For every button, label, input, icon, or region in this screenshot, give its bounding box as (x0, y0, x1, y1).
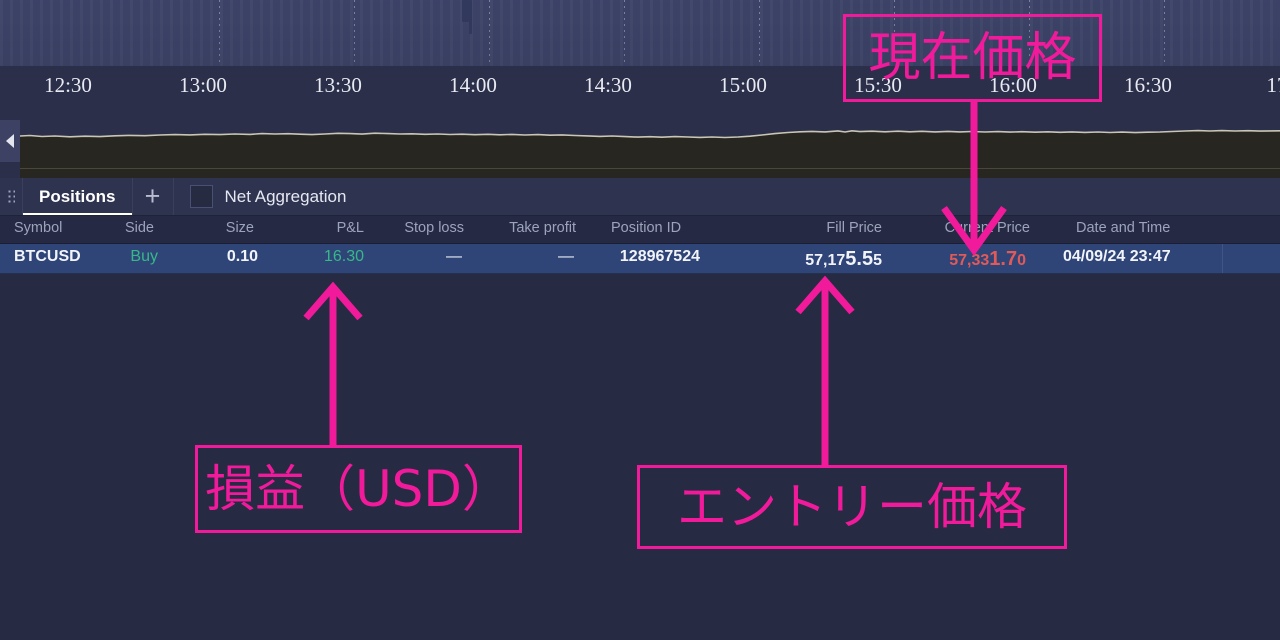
column-header-position-id[interactable]: Position ID (611, 220, 681, 236)
chart-gridline (489, 0, 490, 66)
net-aggregation-group[interactable]: Net Aggregation (174, 185, 347, 208)
cell-date-time: 04/09/24 23:47 (1063, 248, 1171, 265)
positions-panel: Positions + Net Aggregation Symbol Side … (0, 178, 1280, 640)
chevron-left-icon (6, 134, 14, 148)
overview-collapse-button[interactable] (0, 120, 20, 162)
positions-table-header: Symbol Side Size P&L Stop loss Take prof… (0, 216, 1280, 244)
column-header-size[interactable]: Size (180, 220, 254, 236)
time-axis-tick: 14:00 (449, 73, 497, 97)
panel-drag-handle[interactable] (0, 178, 23, 215)
column-header-current-price[interactable]: Current Price (900, 220, 1030, 236)
column-header-symbol[interactable]: Symbol (14, 220, 62, 236)
overview-area-chart (19, 129, 1280, 178)
cell-take-profit: — (558, 248, 574, 265)
fill-price-lead: 57,17 (805, 252, 846, 269)
current-price-mid: 1.7 (989, 248, 1018, 270)
add-tab-button[interactable]: + (133, 178, 174, 215)
annotation-current-price: 現在価格 (843, 14, 1102, 102)
annotation-entry-price: エントリー価格 (637, 465, 1067, 549)
cell-current-price: 57,331.70 (900, 248, 1026, 271)
trading-platform-screenshot: 12:30 13:00 13:30 14:00 14:30 15:00 15:3… (0, 0, 1280, 640)
cell-symbol: BTCUSD (14, 248, 81, 265)
time-axis-tick: 17 (1266, 73, 1280, 97)
cell-fill-price: 57,175.55 (756, 248, 882, 271)
column-header-fill-price[interactable]: Fill Price (760, 220, 882, 236)
time-axis-tick: 12:30 (44, 73, 92, 97)
chart-gridline (219, 0, 220, 66)
column-header-stop-loss[interactable]: Stop loss (370, 220, 464, 236)
chart-candle (462, 0, 469, 22)
column-header-pnl[interactable]: P&L (290, 220, 364, 236)
column-header-side[interactable]: Side (80, 220, 154, 236)
time-axis-tick: 13:00 (179, 73, 227, 97)
tab-positions-label: Positions (39, 186, 116, 206)
plus-icon: + (144, 181, 161, 211)
annotation-pnl: 損益（USD） (195, 445, 522, 533)
time-axis-tick: 14:30 (584, 73, 632, 97)
chart-gridline (1164, 0, 1165, 66)
annotation-pnl-text: 損益（USD） (205, 460, 512, 518)
cell-stop-loss: — (446, 248, 462, 265)
cell-side: Buy (130, 248, 158, 265)
fill-price-mid: 5.5 (845, 248, 874, 270)
tab-positions[interactable]: Positions (23, 178, 133, 215)
current-price-lead: 57,33 (949, 252, 990, 269)
time-axis-tick: 16:30 (1124, 73, 1172, 97)
positions-tab-bar: Positions + Net Aggregation (0, 178, 1280, 216)
current-price-tail: 0 (1017, 252, 1026, 269)
chart-overview-navigator[interactable] (0, 106, 1280, 178)
time-axis-tick: 13:30 (314, 73, 362, 97)
cell-pnl: 16.30 (323, 248, 364, 265)
chart-candle (469, 0, 472, 34)
cell-position-id: 128967524 (619, 248, 700, 265)
cell-size: 0.10 (226, 248, 258, 265)
fill-price-tail: 5 (873, 252, 882, 269)
drag-dots-icon (7, 189, 15, 204)
column-divider (1222, 244, 1223, 273)
net-aggregation-checkbox[interactable] (189, 185, 213, 208)
net-aggregation-label: Net Aggregation (224, 186, 347, 206)
column-header-date-time[interactable]: Date and Time (1076, 220, 1170, 236)
chart-gridline (759, 0, 760, 66)
annotation-current-price-text: 現在価格 (868, 28, 1077, 88)
table-row[interactable]: BTCUSD Buy 0.10 16.30 — — 128967524 57,1… (0, 244, 1280, 274)
chart-gridline (354, 0, 355, 66)
time-axis-tick: 15:00 (719, 73, 767, 97)
chart-gridline (624, 0, 625, 66)
column-header-take-profit[interactable]: Take profit (470, 220, 576, 236)
annotation-entry-price-text: エントリー価格 (677, 478, 1027, 536)
